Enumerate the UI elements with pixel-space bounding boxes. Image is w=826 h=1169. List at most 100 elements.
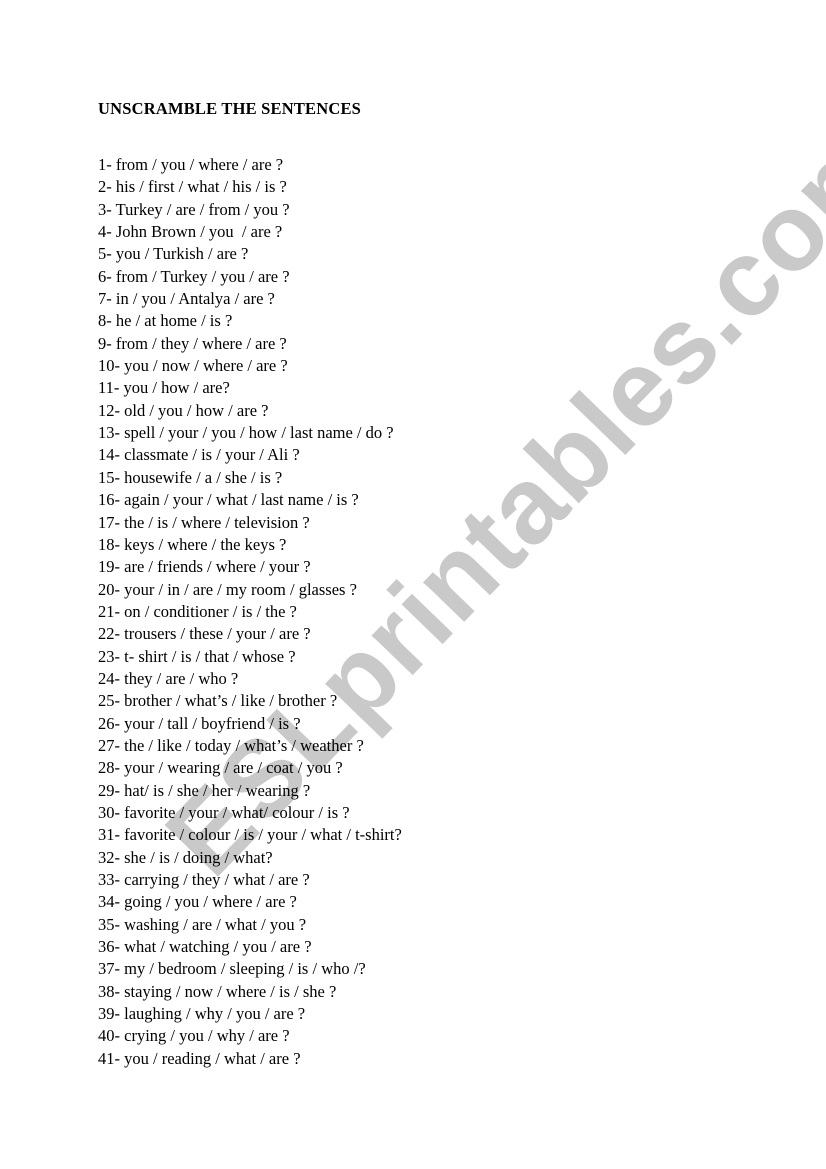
list-item: 38- staying / now / where / is / she ? (98, 981, 402, 1003)
list-item: 31- favorite / colour / is / your / what… (98, 824, 402, 846)
list-item: 5- you / Turkish / are ? (98, 243, 402, 265)
item-text: your / tall / boyfriend / is ? (124, 713, 301, 733)
item-number: 1- (98, 155, 112, 174)
item-text: classmate / is / your / Ali ? (124, 445, 300, 465)
item-number: 35- (98, 914, 120, 934)
list-item: 37- my / bedroom / sleeping / is / who /… (98, 958, 402, 980)
item-number: 10- (98, 356, 120, 376)
item-number: 9- (98, 333, 112, 353)
list-item: 15- housewife / a / she / is ? (98, 467, 402, 489)
item-text: staying / now / where / is / she ? (124, 981, 337, 1001)
item-number: 7- (98, 289, 112, 309)
list-item: 4- John Brown / you / are ? (98, 221, 402, 243)
item-text: your / wearing / are / coat / you ? (124, 758, 343, 778)
item-text: John Brown / you / are ? (115, 222, 283, 242)
item-number: 12- (98, 400, 120, 420)
item-text: the / is / where / television ? (124, 512, 310, 532)
list-item: 3- Turkey / are / from / you ? (98, 199, 402, 221)
list-item: 33- carrying / they / what / are ? (98, 869, 402, 891)
list-item: 41- you / reading / what / are ? (98, 1048, 402, 1070)
item-text: laughing / why / you / are ? (124, 1004, 306, 1024)
item-number: 28- (98, 758, 120, 778)
item-number: 19- (98, 557, 120, 577)
item-text: you / now / where / are ? (124, 356, 288, 376)
item-number: 34- (98, 892, 120, 912)
item-number: 30- (98, 802, 120, 822)
list-item: 24- they / are / who ? (98, 668, 402, 690)
item-text: hat/ is / she / her / wearing ? (124, 780, 311, 800)
item-text: from / they / where / are ? (115, 333, 287, 353)
list-item: 36- what / watching / you / are ? (98, 936, 402, 958)
item-text: spell / your / you / how / last name / d… (124, 423, 394, 443)
item-number: 4- (98, 222, 112, 242)
list-item: 13- spell / your / you / how / last name… (98, 422, 402, 444)
list-item: 6- from / Turkey / you / are ? (98, 266, 402, 288)
item-text: in / you / Antalya / are ? (115, 289, 275, 309)
list-item: 9- from / they / where / are ? (98, 333, 402, 355)
list-item: 8- he / at home / is ? (98, 310, 402, 332)
item-text: he / at home / is ? (115, 311, 233, 331)
item-number: 26- (98, 713, 120, 733)
item-number: 11- (98, 378, 120, 398)
item-number: 25- (98, 691, 120, 711)
item-number: 31- (98, 825, 120, 845)
list-item: 18- keys / where / the keys ? (98, 534, 402, 556)
list-item: 20- your / in / are / my room / glasses … (98, 579, 402, 601)
item-number: 40- (98, 1026, 120, 1046)
item-number: 6- (98, 266, 112, 286)
item-text: favorite / colour / is / your / what / t… (124, 825, 402, 845)
list-item: 30- favorite / your / what/ colour / is … (98, 802, 402, 824)
item-number: 15- (98, 467, 120, 487)
list-item: 17- the / is / where / television ? (98, 512, 402, 534)
item-text: your / in / are / my room / glasses ? (124, 579, 357, 599)
item-text: brother / what’s / like / brother ? (124, 691, 338, 711)
list-item: 29- hat/ is / she / her / wearing ? (98, 780, 402, 802)
list-item: 25- brother / what’s / like / brother ? (98, 690, 402, 712)
item-number: 2- (98, 177, 112, 197)
list-item: 27- the / like / today / what’s / weathe… (98, 735, 402, 757)
item-text: you / reading / what / are ? (124, 1048, 301, 1068)
item-number: 20- (98, 579, 120, 599)
list-item: 39- laughing / why / you / are ? (98, 1003, 402, 1025)
item-text: they / are / who ? (124, 668, 239, 688)
item-text: from / you / where / are ? (115, 155, 284, 174)
item-number: 3- (98, 199, 112, 219)
list-item: 28- your / wearing / are / coat / you ? (98, 757, 402, 779)
list-item: 1- from / you / where / are ? (98, 154, 402, 176)
item-text: are / friends / where / your ? (124, 557, 311, 577)
item-text: crying / you / why / are ? (124, 1026, 290, 1046)
list-item: 10- you / now / where / are ? (98, 355, 402, 377)
item-number: 29- (98, 780, 120, 800)
worksheet: UNSCRAMBLE THE SENTENCES 1- from / you /… (98, 98, 402, 1070)
list-item: 26- your / tall / boyfriend / is ? (98, 713, 402, 735)
item-text: going / you / where / are ? (124, 892, 297, 912)
item-number: 21- (98, 601, 120, 621)
item-text: favorite / your / what/ colour / is ? (124, 802, 350, 822)
list-item: 35- washing / are / what / you ? (98, 914, 402, 936)
item-number: 8- (98, 311, 112, 331)
item-text: Turkey / are / from / you ? (115, 199, 290, 219)
item-number: 23- (98, 646, 120, 666)
item-text: the / like / today / what’s / weather ? (124, 735, 364, 755)
item-number: 33- (98, 870, 120, 889)
list-item: 2- his / first / what / his / is ? (98, 176, 402, 198)
item-text: t- shirt / is / that / whose ? (124, 646, 296, 666)
list-item: 7- in / you / Antalya / are ? (98, 288, 402, 310)
item-text: housewife / a / she / is ? (124, 467, 283, 487)
sentence-list: 1- from / you / where / are ? 2- his / fi… (98, 154, 402, 1070)
item-text: keys / where / the keys ? (124, 534, 287, 554)
item-number: 39- (98, 1004, 120, 1024)
list-item: 11- you / how / are? (98, 377, 402, 399)
item-text: again / your / what / last name / is ? (124, 490, 359, 510)
item-text: washing / are / what / you ? (124, 914, 307, 934)
list-item: 12- old / you / how / are ? (98, 400, 402, 422)
item-number: 16- (98, 490, 120, 510)
item-text: my / bedroom / sleeping / is / who /? (124, 959, 366, 979)
item-number: 5- (98, 244, 112, 264)
item-text: she / is / doing / what? (124, 847, 273, 867)
list-item: 32- she / is / doing / what? (98, 847, 402, 869)
item-text: from / Turkey / you / are ? (115, 266, 290, 286)
item-text: his / first / what / his / is ? (115, 177, 287, 197)
list-item: 16- again / your / what / last name / is… (98, 489, 402, 511)
item-text: you / how / are? (123, 378, 230, 398)
